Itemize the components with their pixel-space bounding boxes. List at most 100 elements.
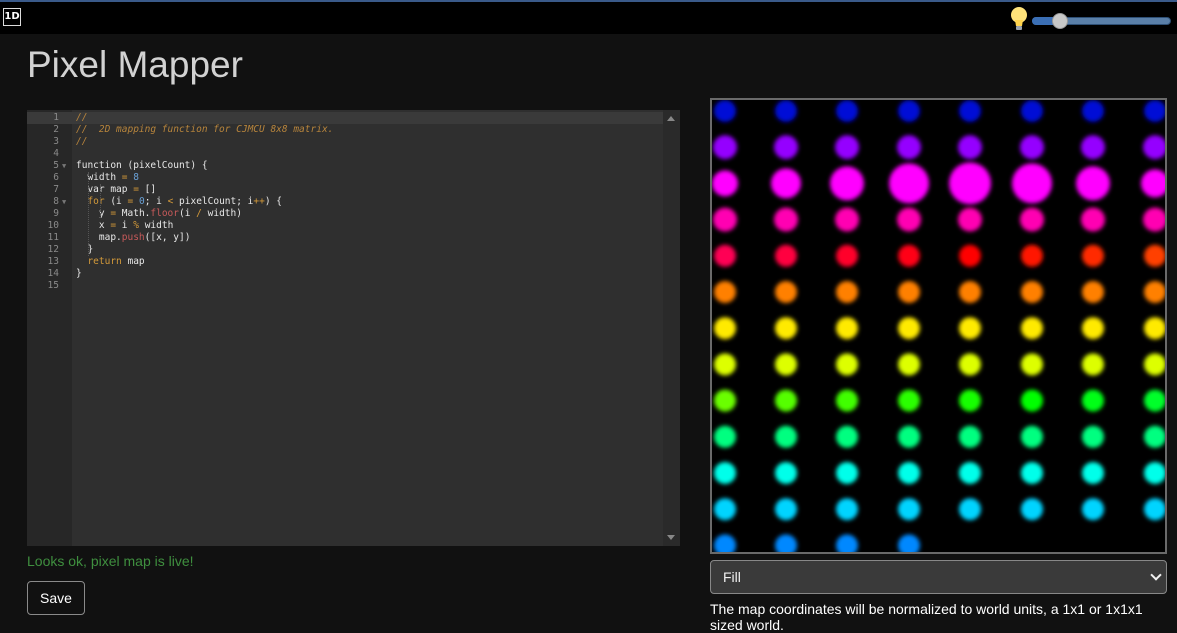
code-line: 14} [27,268,663,280]
line-number: 10 [47,220,59,231]
led-pixel [1082,389,1104,412]
led-pixel [714,462,736,484]
mode-1d-button[interactable]: 1D [3,8,21,26]
led-pixel [1021,498,1043,521]
led-pixel [714,498,736,521]
led-pixel [1021,317,1043,340]
code-line: 15 [27,280,663,292]
led-pixel [1144,353,1165,376]
led-pixel [713,207,737,232]
led-pixel [1081,135,1105,160]
led-pixel [898,317,920,340]
led-pixel [1012,163,1052,204]
led-pixel [771,168,801,199]
line-number: 13 [47,256,59,267]
led-pixel [1021,462,1043,484]
led-pixel [713,135,737,160]
normalization-note: The map coordinates will be normalized t… [710,601,1143,633]
led-pixel [1082,353,1104,376]
line-number: 4 [53,148,59,159]
page-title: Pixel Mapper [27,44,243,85]
led-pixel [898,281,920,303]
line-number: 14 [47,268,59,279]
code-text: // [76,136,87,148]
led-pixel [714,100,736,122]
code-token: (i [179,208,197,219]
code-token: y [76,208,111,219]
led-pixel [1020,135,1044,160]
led-pixel [959,462,981,484]
code-editor[interactable]: 1 // 2 // 2D mapping function for CJMCU 8x8… [27,110,680,546]
led-pixel [898,534,920,552]
led-pixel [959,244,981,267]
led-pixel [775,462,797,484]
code-token: (i [104,196,128,207]
led-pixel [898,244,920,267]
led-pixel [958,135,982,160]
code-line: 2 // 2D mapping function for CJMCU 8x8 ma… [27,124,663,136]
led-pixel [836,100,858,122]
code-text: } [76,244,93,256]
line-number: 3 [53,136,59,147]
line-number: 6 [53,172,59,183]
code-token: map [121,256,145,267]
led-pixel [775,389,797,412]
code-text: return map [76,256,145,268]
led-pixel [959,425,981,448]
led-pixel [1143,207,1165,232]
line-number: 12 [47,244,59,255]
code-text: for (i = 0; i < pixelCount; i++) { [76,196,282,208]
brightness-slider-thumb[interactable] [1052,13,1068,29]
led-pixel [1076,166,1110,201]
code-token: // [76,136,88,147]
scroll-down-icon[interactable] [667,535,675,540]
line-number: 8 [53,196,59,207]
lightbulb-icon [1011,7,1027,30]
line-number: 1 [53,112,59,123]
fold-arrow-icon[interactable]: ▼ [62,160,66,172]
render-mode-select[interactable]: Fill [710,560,1167,594]
led-pixel [897,207,921,232]
led-pixel [898,462,920,484]
led-pixel [712,170,738,197]
code-line: 9 y = Math.floor(i / width) [27,208,663,220]
led-pixel [836,389,858,412]
fold-arrow-icon[interactable]: ▼ [62,196,66,208]
led-pixel [1144,244,1165,267]
code-token: var map [76,184,134,195]
led-pixel [1144,281,1165,303]
led-pixel [959,389,981,412]
led-pixel [836,498,858,521]
led-pixel [897,135,921,160]
code-token: // [76,112,88,123]
indent-guide [88,172,89,256]
code-token: push [121,232,145,243]
code-token: return [76,256,122,267]
code-line: 6 width = 8 [27,172,663,184]
code-token: [] [138,184,157,195]
status-message: Looks ok, pixel map is live! [27,553,194,569]
code-token: floor [150,208,179,219]
led-pixel [775,498,797,521]
code-token: ; i [144,196,168,207]
scroll-up-icon[interactable] [667,116,675,121]
led-pixel [775,244,797,267]
led-pixel [898,498,920,521]
save-button[interactable]: Save [27,581,85,615]
code-token: 8 [133,172,139,183]
led-pixel [1082,244,1104,267]
code-line: 8 ▼ for (i = 0; i < pixelCount; i++) { [27,196,663,208]
code-line: 11 map.push([x, y]) [27,232,663,244]
editor-scrollbar[interactable] [663,110,680,546]
led-pixel [836,317,858,340]
led-pixel [775,425,797,448]
code-token: } [76,244,94,255]
led-pixel [1020,207,1044,232]
code-text: map.push([x, y]) [76,232,191,244]
code-token: ) { [264,196,283,207]
led-pixel [714,281,736,303]
code-token: x [76,220,111,231]
render-mode-selected: Fill [723,569,741,585]
brightness-slider[interactable] [1032,12,1171,32]
code-text: x = i % width [76,220,173,232]
